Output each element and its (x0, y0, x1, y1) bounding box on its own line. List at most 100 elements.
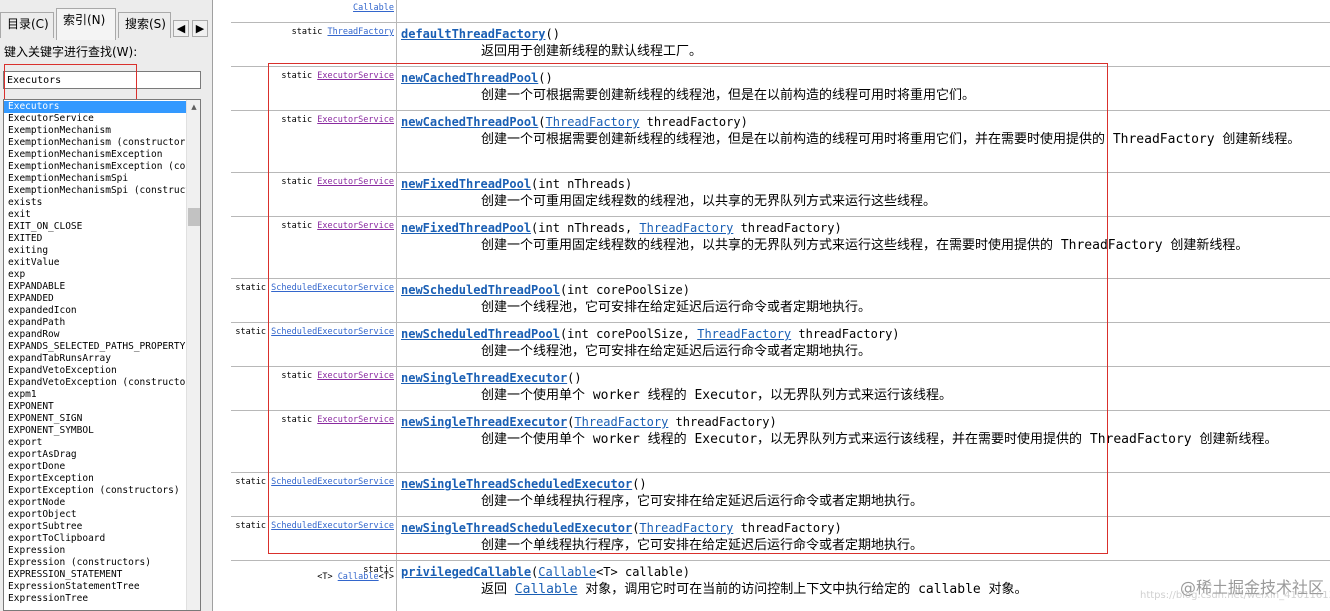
tab-index[interactable]: 索引(N) (56, 8, 116, 40)
method-name-link[interactable]: newScheduledThreadPool (401, 327, 560, 341)
return-type-link[interactable]: ExecutorService (317, 415, 394, 425)
index-list-item[interactable]: expandedIcon (4, 305, 187, 317)
param-type-link[interactable]: ThreadFactory (574, 415, 668, 429)
index-list-item[interactable]: expandTabRunsArray (4, 353, 187, 365)
index-list-item[interactable]: EXITED (4, 233, 187, 245)
index-list-item[interactable]: ExpressionStatementTree (4, 581, 187, 593)
index-list-item[interactable]: expandPath (4, 317, 187, 329)
method-name-link[interactable]: newFixedThreadPool (401, 177, 531, 191)
return-type-link[interactable]: ScheduledExecutorService (271, 327, 394, 337)
return-type-link[interactable]: ExecutorService (317, 221, 394, 231)
index-list-item[interactable]: EXPANDS_SELECTED_PATHS_PROPERTY (4, 341, 187, 353)
return-type-link[interactable]: ScheduledExecutorService (271, 283, 394, 293)
index-list-item[interactable]: exportObject (4, 509, 187, 521)
index-list-item[interactable]: ExportException (4, 473, 187, 485)
index-list-item[interactable]: EXPANDED (4, 293, 187, 305)
scroll-up-icon[interactable]: ▲ (187, 100, 200, 114)
modifier-type-cell: static ThreadFactory (231, 23, 397, 66)
return-type-link[interactable]: ScheduledExecutorService (271, 477, 394, 487)
param-type-link[interactable]: Callable (538, 565, 596, 579)
param-type-link[interactable]: ThreadFactory (639, 221, 733, 235)
method-name-link[interactable]: privilegedCallable (401, 565, 531, 579)
description-link[interactable]: Callable (515, 582, 578, 597)
index-list-item[interactable]: ExemptionMechanismSpi (constructor) (4, 185, 187, 197)
index-list-item[interactable]: EXPONENT_SYMBOL (4, 425, 187, 437)
index-list-item[interactable]: ExemptionMechanismException (constructor… (4, 161, 187, 173)
tab-search[interactable]: 搜索(S) (118, 12, 171, 38)
method-params: (int nThreads) (531, 177, 633, 191)
index-list-item[interactable]: exportNode (4, 497, 187, 509)
index-list-item[interactable]: ExemptionMechanismSpi (4, 173, 187, 185)
table-row: static ExecutorService newFixedThreadPool… (231, 216, 1330, 278)
index-list-item[interactable]: exportAsDrag (4, 449, 187, 461)
static-modifier: static (235, 477, 267, 487)
index-list-item[interactable]: exitValue (4, 257, 187, 269)
index-list-item[interactable]: Executors (4, 101, 187, 113)
index-list-item[interactable]: ExemptionMechanismException (4, 149, 187, 161)
method-params: () (545, 27, 560, 41)
index-list-item[interactable]: exists (4, 197, 187, 209)
index-list-item[interactable]: EXIT_ON_CLOSE (4, 221, 187, 233)
return-type-link[interactable]: ExecutorService (317, 371, 394, 381)
index-list-item[interactable]: exportToClipboard (4, 533, 187, 545)
table-row: static ScheduledExecutorService newSingle… (231, 516, 1330, 560)
index-list-item[interactable]: expandRow (4, 329, 187, 341)
index-list-item[interactable]: ExpressionTree (4, 593, 187, 605)
index-list-item[interactable]: Expression (constructors) (4, 557, 187, 569)
index-list-item[interactable]: exportDone (4, 461, 187, 473)
method-name-link[interactable]: newSingleThreadScheduledExecutor (401, 477, 632, 491)
index-list-item[interactable]: expm1 (4, 389, 187, 401)
tab-scroll-right-icon[interactable]: ▶ (192, 20, 208, 37)
keyword-search-input[interactable] (3, 71, 201, 89)
index-list-item[interactable]: exp (4, 269, 187, 281)
index-list-item[interactable]: ExemptionMechanism (constructor) (4, 137, 187, 149)
method-name-link[interactable]: newCachedThreadPool (401, 71, 538, 85)
index-list-item[interactable]: ExemptionMechanism (4, 125, 187, 137)
return-type-link[interactable]: ExecutorService (317, 71, 394, 81)
method-name-link[interactable]: newSingleThreadExecutor (401, 415, 567, 429)
index-list-item[interactable]: export (4, 437, 187, 449)
param-type-link[interactable]: ThreadFactory (639, 521, 733, 535)
index-list-item[interactable]: EXPRESSION_STATEMENT (4, 569, 187, 581)
return-type-link[interactable]: ScheduledExecutorService (271, 521, 394, 531)
method-name-link[interactable]: defaultThreadFactory (401, 27, 546, 41)
index-list-item[interactable]: Expression (4, 545, 187, 557)
method-name-link[interactable]: newSingleThreadExecutor (401, 371, 567, 385)
index-list-item[interactable]: ExpandVetoException (4, 365, 187, 377)
description-text: 返回用于创建新线程的默认线程工厂。 (481, 44, 703, 59)
param-type-link[interactable]: ThreadFactory (546, 115, 640, 129)
method-name-link[interactable]: newCachedThreadPool (401, 115, 538, 129)
return-type-link[interactable]: Callable (338, 572, 379, 582)
description-text: 创建一个可根据需要创建新线程的线程池，但是在以前构造的线程可用时将重用它们，并在… (481, 132, 1301, 147)
param-type-link[interactable]: ThreadFactory (697, 327, 791, 341)
index-list-item[interactable]: EXPANDABLE (4, 281, 187, 293)
return-type-link[interactable]: ExecutorService (317, 177, 394, 187)
return-type-link[interactable]: Callable (353, 3, 394, 13)
index-list-item[interactable]: exit (4, 209, 187, 221)
index-list-item[interactable]: EXPONENT (4, 401, 187, 413)
type-parameter-suffix: <T> (378, 572, 394, 582)
modifier-type-cell: static ScheduledExecutorService (231, 279, 397, 322)
tab-contents[interactable]: 目录(C) (0, 12, 54, 38)
index-scrollbar[interactable]: ▲ (186, 100, 200, 610)
method-description: 返回用于创建新线程的默认线程工厂。 (401, 43, 1326, 61)
static-modifier: static (235, 521, 267, 531)
method-description: 创建一个可根据需要创建新线程的线程池，但是在以前构造的线程可用时将重用它们。 (401, 87, 1326, 105)
index-list-item[interactable]: EXPONENT_SIGN (4, 413, 187, 425)
table-row: static ExecutorService newFixedThreadPool… (231, 172, 1330, 216)
return-type-link[interactable]: ThreadFactory (327, 27, 394, 37)
index-list-item[interactable]: exiting (4, 245, 187, 257)
scrollbar-thumb[interactable] (188, 208, 200, 226)
index-list-item[interactable]: ExecutorService (4, 113, 187, 125)
tab-scroll-left-icon[interactable]: ◀ (173, 20, 189, 37)
return-type-link[interactable]: ExecutorService (317, 115, 394, 125)
index-list[interactable]: Executors ExecutorService ExemptionMechani… (3, 99, 201, 611)
index-list-item[interactable]: ExpandVetoException (constructors) (4, 377, 187, 389)
index-list-item[interactable]: exportSubtree (4, 521, 187, 533)
index-list-item[interactable]: ExportException (constructors) (4, 485, 187, 497)
method-name-link[interactable]: newFixedThreadPool (401, 221, 531, 235)
method-name-link[interactable]: newScheduledThreadPool (401, 283, 560, 297)
table-row: static ExecutorService newSingleThreadExe… (231, 366, 1330, 410)
method-name-link[interactable]: newSingleThreadScheduledExecutor (401, 521, 632, 535)
method-params: threadFactory) (733, 521, 842, 535)
